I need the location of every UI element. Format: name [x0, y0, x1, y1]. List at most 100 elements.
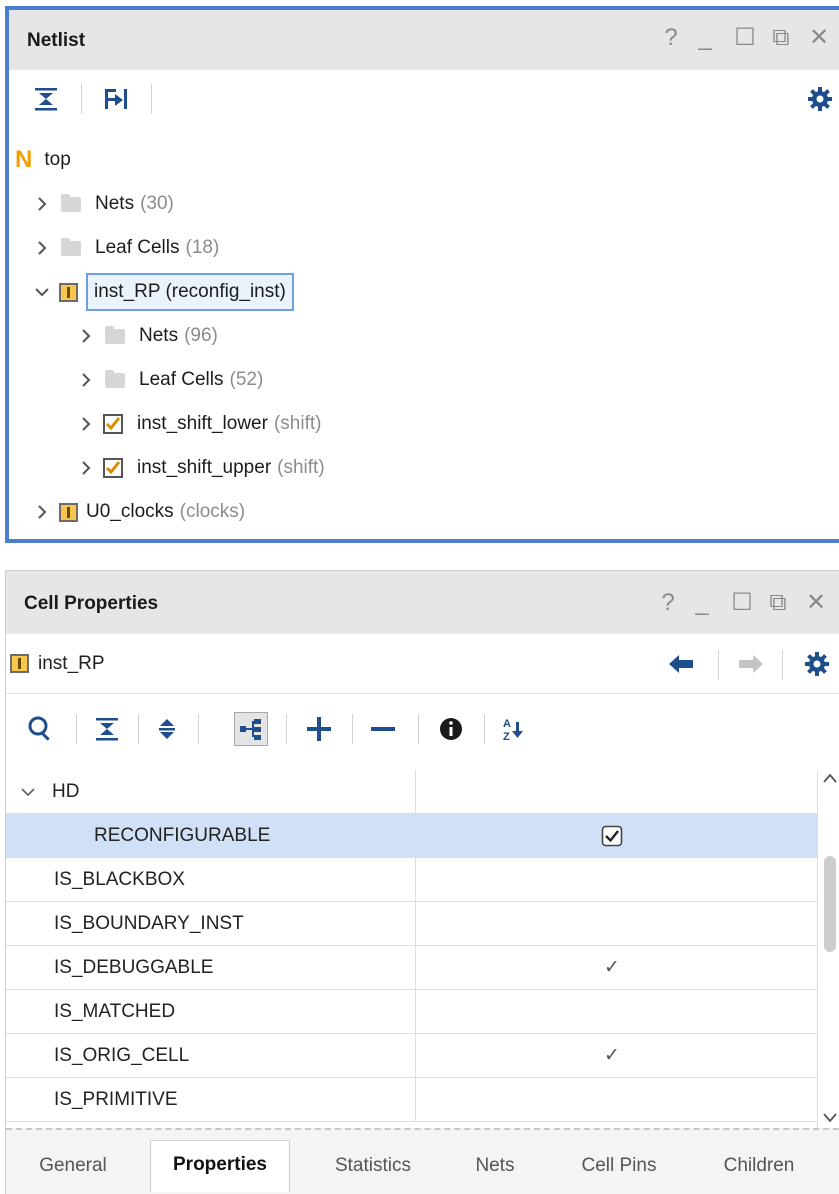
expand-hierarchy-icon[interactable] [101, 84, 131, 114]
add-icon[interactable] [304, 714, 334, 744]
object-name: inst_RP [38, 653, 105, 674]
vertical-scrollbar[interactable] [817, 770, 839, 1128]
checkmark-icon: ✓ [604, 1045, 620, 1066]
toolbar-separator [286, 714, 287, 744]
scrollbar-thumb[interactable] [824, 856, 836, 952]
tree-item-label: inst_shift_lower [137, 413, 268, 434]
property-name-cell: IS_DEBUGGABLE [6, 945, 416, 990]
tree-item-inst-rp[interactable]: inst_RP (reconfig_inst) [33, 270, 294, 314]
chevron-right-icon[interactable] [33, 239, 51, 257]
close-icon[interactable]: ✕ [805, 24, 833, 52]
property-row-is-primitive[interactable]: IS_PRIMITIVE [6, 1077, 817, 1122]
collapse-all-icon[interactable] [31, 84, 61, 114]
folder-icon [105, 369, 125, 388]
property-row-is-matched[interactable]: IS_MATCHED [6, 989, 817, 1034]
back-arrow-icon[interactable] [666, 650, 696, 678]
checkmark-icon: ✓ [604, 957, 620, 978]
gear-icon[interactable] [802, 649, 832, 679]
property-row-reconfigurable[interactable]: RECONFIGURABLE [6, 813, 817, 858]
hierarchical-instance-icon [59, 502, 78, 522]
toolbar-separator [484, 714, 485, 744]
tree-item-inst-shift-lower[interactable]: inst_shift_lower (shift) [77, 402, 321, 446]
tab-children[interactable]: Children [696, 1144, 822, 1188]
gear-icon[interactable] [805, 84, 835, 114]
chevron-right-icon[interactable] [33, 503, 51, 521]
cell-properties-panel: Cell Properties ? _ ☐ ⧉ ✕ inst_RP A Z HD… [5, 570, 839, 1194]
folder-icon [105, 325, 125, 344]
tree-item-label: Nets [139, 325, 179, 346]
chevron-right-icon[interactable] [77, 371, 95, 389]
toolbar-separator [81, 84, 82, 114]
property-name-cell: RECONFIGURABLE [6, 813, 416, 858]
maximize-icon[interactable]: ☐ [731, 24, 759, 52]
search-icon[interactable] [26, 714, 56, 744]
tree-item-u0-clocks[interactable]: U0_clocks (clocks) [33, 490, 245, 534]
property-name: HD [52, 780, 80, 802]
forward-arrow-icon[interactable] [736, 650, 766, 678]
expand-all-icon[interactable] [152, 714, 182, 744]
property-name-cell: IS_BLACKBOX [6, 857, 416, 902]
tree-item-count: (18) [185, 237, 220, 258]
tree-item-count: (52) [229, 369, 264, 390]
tab-properties[interactable]: Properties [150, 1140, 290, 1192]
property-row-is-orig-cell[interactable]: IS_ORIG_CELL ✓ [6, 1033, 817, 1078]
checked-instance-icon [103, 458, 123, 478]
chevron-right-icon[interactable] [33, 195, 51, 213]
property-row-is-blackbox[interactable]: IS_BLACKBOX [6, 857, 817, 902]
tree-item-inst-shift-upper[interactable]: inst_shift_upper (shift) [77, 446, 325, 490]
tree-item-nets[interactable]: Nets (30) [33, 182, 174, 226]
float-icon[interactable]: ⧉ [767, 24, 795, 52]
chevron-right-icon[interactable] [77, 415, 95, 433]
chevron-right-icon[interactable] [77, 459, 95, 477]
chevron-down-icon[interactable] [33, 283, 51, 301]
checkbox-checked-icon[interactable] [601, 825, 623, 847]
property-name: IS_BLACKBOX [54, 868, 185, 890]
tree-item-ref: (clocks) [179, 501, 246, 522]
toolbar-separator [151, 84, 152, 114]
tab-statistics[interactable]: Statistics [308, 1144, 438, 1188]
chevron-down-icon[interactable] [20, 784, 36, 800]
svg-text:Z: Z [503, 731, 510, 743]
property-value [417, 902, 817, 946]
toolbar-separator [76, 714, 77, 744]
folder-icon [61, 237, 81, 256]
minimize-icon[interactable]: _ [691, 24, 719, 52]
object-bar: inst_RP [6, 634, 839, 694]
toolbar-separator [138, 714, 139, 744]
property-name-cell: HD [6, 769, 416, 814]
maximize-icon[interactable]: ☐ [728, 589, 756, 617]
minimize-icon[interactable]: _ [688, 589, 716, 617]
scroll-down-icon[interactable] [822, 1112, 838, 1124]
netlist-title: Netlist [27, 30, 86, 51]
property-name-cell: IS_PRIMITIVE [6, 1077, 416, 1122]
property-group-hd[interactable]: HD [6, 769, 817, 814]
tree-item-leaf-cells[interactable]: Leaf Cells (52) [77, 358, 263, 402]
tab-general[interactable]: General [18, 1144, 128, 1188]
remove-icon[interactable] [368, 714, 398, 744]
tree-item-ref: (shift) [277, 457, 325, 478]
help-icon[interactable]: ? [654, 589, 682, 617]
tab-nets[interactable]: Nets [458, 1144, 532, 1188]
scroll-up-icon[interactable] [822, 772, 838, 784]
tree-root-top[interactable]: N top [15, 138, 71, 182]
close-icon[interactable]: ✕ [802, 589, 830, 617]
property-row-is-debuggable[interactable]: IS_DEBUGGABLE ✓ [6, 945, 817, 990]
float-icon[interactable]: ⧉ [764, 589, 792, 617]
tree-item-nets[interactable]: Nets (96) [77, 314, 218, 358]
tree-item-leaf-cells[interactable]: Leaf Cells (18) [33, 226, 219, 270]
show-hierarchy-icon[interactable] [234, 712, 268, 746]
tab-cell-pins[interactable]: Cell Pins [556, 1144, 682, 1188]
toolbar-separator [782, 650, 783, 680]
property-name: IS_ORIG_CELL [54, 1044, 190, 1066]
property-row-is-boundary-inst[interactable]: IS_BOUNDARY_INST [6, 901, 817, 946]
property-name: IS_DEBUGGABLE [54, 956, 214, 978]
chevron-right-icon[interactable] [77, 327, 95, 345]
sort-az-icon[interactable]: A Z [500, 714, 530, 744]
netlist-toolbar [9, 70, 839, 128]
tree-item-label: U0_clocks [86, 501, 174, 522]
toolbar-separator [418, 714, 419, 744]
info-icon[interactable] [436, 714, 466, 744]
collapse-all-icon[interactable] [92, 714, 122, 744]
help-icon[interactable]: ? [657, 24, 685, 52]
property-value [417, 770, 817, 814]
